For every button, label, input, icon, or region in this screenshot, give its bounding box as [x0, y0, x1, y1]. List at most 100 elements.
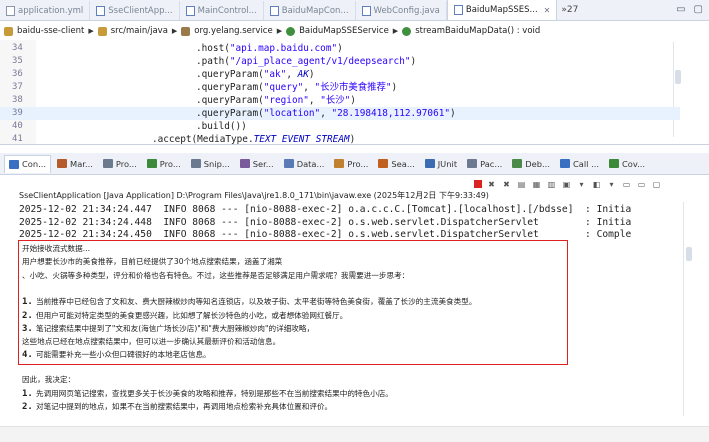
- view-tab[interactable]: JUnit: [421, 155, 461, 173]
- debug-icon: [512, 159, 523, 168]
- word-wrap-icon[interactable]: ▥: [546, 179, 557, 190]
- remove-launch-icon[interactable]: ✖: [486, 179, 497, 190]
- view-tab-bar: Con... Mar... Pro... Pro... Snip... Ser... Dat…: [0, 153, 709, 175]
- servers-icon: [239, 159, 250, 168]
- class-icon: [286, 26, 296, 36]
- view-tab-label: Pro...: [159, 158, 181, 169]
- line-number: 34: [12, 43, 23, 53]
- tab-overflow-indicator[interactable]: »27: [557, 5, 582, 15]
- data-source-icon: [283, 159, 294, 168]
- problems-icon: [334, 159, 345, 168]
- code-line: 36 .queryParam("ak", AK): [0, 68, 680, 81]
- code-text: .queryParam("region", "长沙"): [196, 95, 356, 106]
- view-tab[interactable]: Call ...: [556, 155, 603, 173]
- editor-tab[interactable]: BaiduMapCon...: [264, 1, 356, 20]
- code-text: .queryParam("location", "28.198418,112.9…: [196, 108, 456, 119]
- code-editor[interactable]: 34 .host("api.map.baidu.com") 35 .path("/ap…: [0, 40, 709, 145]
- view-tab-label: JUnit: [437, 158, 458, 169]
- code-line: 35 .path("/api_place_agent/v1/deepsearch"…: [0, 55, 680, 68]
- project-icon: [4, 26, 13, 36]
- console-vertical-scrollbar[interactable]: [683, 202, 693, 416]
- view-tab-label: Pac...: [480, 158, 503, 169]
- editor-tab[interactable]: WebConfig.java: [356, 1, 447, 20]
- terminate-icon[interactable]: [474, 180, 482, 188]
- view-tab[interactable]: Pac...: [463, 155, 506, 173]
- call-hierarchy-icon: [559, 159, 570, 168]
- console-toolbar: ✖ ✖ ▤ ▦ ▥ ▣ ▾ ◧ ▾ ▭ ▭ ▢: [474, 176, 662, 192]
- output-line: 因此，我决定：: [22, 374, 75, 385]
- show-on-output-icon[interactable]: ▣: [561, 179, 572, 190]
- display-console-icon[interactable]: ◧: [591, 179, 602, 190]
- editor-tab-label: BaiduMapCon...: [281, 5, 349, 16]
- output-line-text: 对笔记中提到的地点，如果不在当前搜索结果中，再调用地点检索补充具体位置和评价。: [36, 402, 333, 411]
- view-tab[interactable]: Ser...: [236, 155, 278, 173]
- view-tab[interactable]: Deb...: [508, 155, 554, 173]
- view-tab-label: Con...: [22, 159, 47, 169]
- window-controls: ▭ ▢: [676, 4, 703, 15]
- minimize-icon[interactable]: ▭: [676, 4, 685, 15]
- view-tab[interactable]: Pro...: [143, 155, 185, 173]
- editor-tab[interactable]: BaiduMapSSES... ✕: [446, 0, 558, 20]
- remove-all-icon[interactable]: ✖: [501, 179, 512, 190]
- minimize-view-icon[interactable]: ▭: [636, 179, 647, 190]
- view-tab[interactable]: Con...: [4, 154, 52, 173]
- line-number: 40: [12, 121, 23, 131]
- view-tab-label: Data...: [296, 158, 325, 169]
- code-line: 38 .queryParam("region", "长沙"): [0, 94, 680, 107]
- code-text: .queryParam("query", "长沙市美食推荐"): [196, 82, 398, 93]
- markers-icon: [57, 159, 68, 168]
- view-tab-label: Call ...: [572, 158, 600, 169]
- breadcrumb-item[interactable]: src/main/java: [111, 26, 168, 36]
- breadcrumb-item[interactable]: streamBaiduMapData() : void: [415, 26, 540, 36]
- scroll-lock-icon[interactable]: ▦: [531, 179, 542, 190]
- progress-icon: [146, 159, 157, 168]
- code-text: .accept(MediaType.TEXT_EVENT_STREAM): [152, 134, 356, 145]
- close-icon[interactable]: ✕: [544, 6, 551, 15]
- code-line: 40 .build()): [0, 120, 680, 133]
- line-number: 37: [12, 82, 23, 92]
- view-tab-label: Pro...: [115, 158, 137, 169]
- breadcrumb-item[interactable]: BaiduMapSSEService: [299, 26, 389, 36]
- view-tab-label: Cov...: [622, 158, 646, 169]
- file-icon: [453, 5, 463, 15]
- view-tab[interactable]: Sea...: [374, 155, 418, 173]
- console-icon: [9, 159, 19, 169]
- view-tab[interactable]: Cov...: [605, 155, 649, 173]
- output-line: 1. 先调用网页笔记搜索，查找更多关于长沙美食的攻略和推荐，特别是那些不在当前搜索…: [22, 388, 393, 400]
- line-number: 39: [12, 108, 23, 118]
- highlight-box: [18, 240, 568, 365]
- open-console-icon[interactable]: ▾: [606, 179, 617, 190]
- output-line: 2. 对笔记中提到的地点，如果不在当前搜索结果中，再调用地点检索补充具体位置和评价…: [22, 401, 332, 413]
- properties-icon: [102, 159, 113, 168]
- breadcrumb-separator-icon: ▶: [88, 27, 94, 35]
- code-line: 41 .accept(MediaType.TEXT_EVENT_STREAM): [0, 133, 680, 145]
- editor-tab-label: application.yml: [18, 5, 84, 16]
- editor-tab[interactable]: application.yml: [0, 1, 91, 20]
- view-tab-label: Deb...: [525, 158, 550, 169]
- editor-tab[interactable]: SseClientApp...: [90, 1, 180, 20]
- breadcrumb-item[interactable]: org.yelang.service: [194, 26, 272, 36]
- pin-console-icon[interactable]: ▾: [576, 179, 587, 190]
- view-tab[interactable]: Data...: [280, 155, 329, 173]
- view-tab[interactable]: Pro...: [330, 155, 372, 173]
- breadcrumb-separator-icon: ▶: [171, 27, 178, 35]
- code-text: .build()): [196, 121, 247, 132]
- view-tab-label: Ser...: [252, 158, 274, 169]
- editor-tab[interactable]: MainControl...: [180, 1, 264, 20]
- editor-tab-bar: application.yml SseClientApp... MainContro…: [0, 0, 709, 21]
- view-tab[interactable]: Mar...: [53, 155, 97, 173]
- search-icon: [378, 159, 389, 168]
- view-tab[interactable]: Pro...: [99, 155, 141, 173]
- view-tab[interactable]: Snip...: [187, 155, 234, 173]
- breadcrumb-item[interactable]: baidu-sse-client: [17, 26, 84, 36]
- log-line: 2025-12-02 21:34:24.447 INFO 8068 --- [n…: [19, 204, 632, 215]
- editor-tab-label: BaiduMapSSES...: [465, 5, 538, 15]
- maximize-icon[interactable]: ▢: [694, 4, 703, 15]
- file-icon: [269, 5, 279, 16]
- clear-console-icon[interactable]: ▤: [516, 179, 527, 190]
- line-number: 41: [12, 134, 23, 144]
- file-icon: [185, 5, 195, 16]
- maximize-view-icon[interactable]: ▢: [651, 179, 662, 190]
- view-tab-label: Snip...: [203, 158, 230, 169]
- new-console-icon[interactable]: ▭: [621, 179, 632, 190]
